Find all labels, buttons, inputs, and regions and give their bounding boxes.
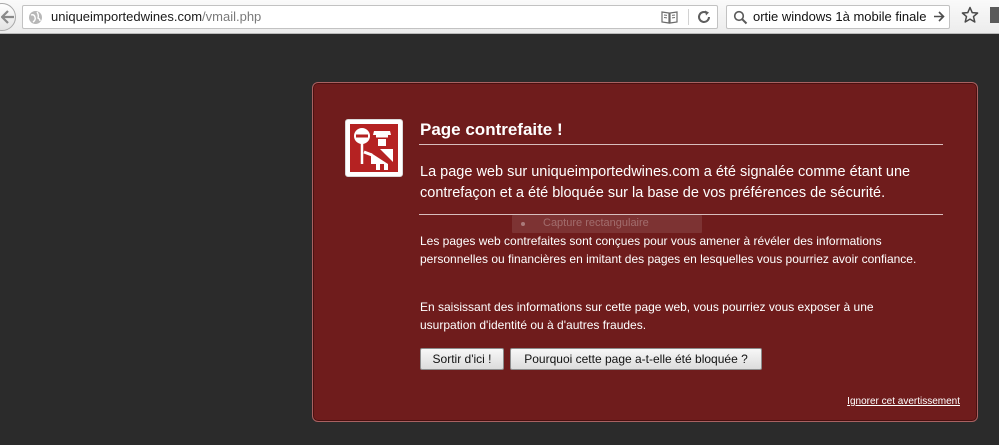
- phishing-warning-panel: Page contrefaite ! La page web sur uniqu…: [312, 82, 978, 422]
- url-text[interactable]: uniqueimportedwines.com/vmail.php: [51, 9, 261, 24]
- snip-tooltip-dot: [521, 222, 525, 226]
- search-input[interactable]: ortie windows 1à mobile finale: [753, 9, 926, 24]
- back-button[interactable]: [0, 3, 16, 31]
- warning-officer-icon: [345, 119, 403, 177]
- warning-paragraph-2: En saisissant des informations sur cette…: [420, 300, 874, 332]
- warning-title: Page contrefaite !: [420, 120, 563, 139]
- globe-icon: [29, 11, 42, 24]
- snip-tooltip-overlay: Capture rectangulaire: [512, 215, 702, 233]
- back-arrow-icon: [1, 10, 14, 24]
- bookmark-star-icon[interactable]: [961, 6, 979, 24]
- address-bar-separator: [688, 9, 689, 25]
- leave-page-button[interactable]: Sortir d'ici !: [420, 348, 504, 370]
- why-blocked-button[interactable]: Pourquoi cette page a-t-elle été bloquée…: [510, 348, 762, 370]
- browser-toolbar: uniqueimportedwines.com/vmail.php ortie …: [0, 0, 999, 34]
- search-icon: [733, 10, 748, 25]
- reader-view-icon[interactable]: [661, 10, 678, 24]
- url-domain: uniqueimportedwines.com: [51, 9, 203, 24]
- warning-paragraph-1: Les pages web contrefaites sont conçues …: [420, 234, 917, 266]
- ignore-warning-link[interactable]: Ignorer cet avertissement: [847, 396, 960, 407]
- title-divider: [419, 144, 943, 145]
- search-go-arrow-icon[interactable]: [933, 10, 945, 23]
- reload-icon[interactable]: [696, 9, 712, 25]
- warning-lead-text: La page web sur uniqueimportedwines.com …: [420, 164, 911, 201]
- url-path: /vmail.php: [202, 9, 262, 24]
- officer-stop-sign-icon: [354, 128, 393, 170]
- warning-icon-background: [350, 124, 398, 172]
- search-bar[interactable]: ortie windows 1à mobile finale: [726, 5, 950, 29]
- address-bar[interactable]: uniqueimportedwines.com/vmail.php: [22, 5, 718, 29]
- snip-tooltip-text: Capture rectangulaire: [543, 217, 649, 229]
- download-icon[interactable]: [990, 7, 999, 23]
